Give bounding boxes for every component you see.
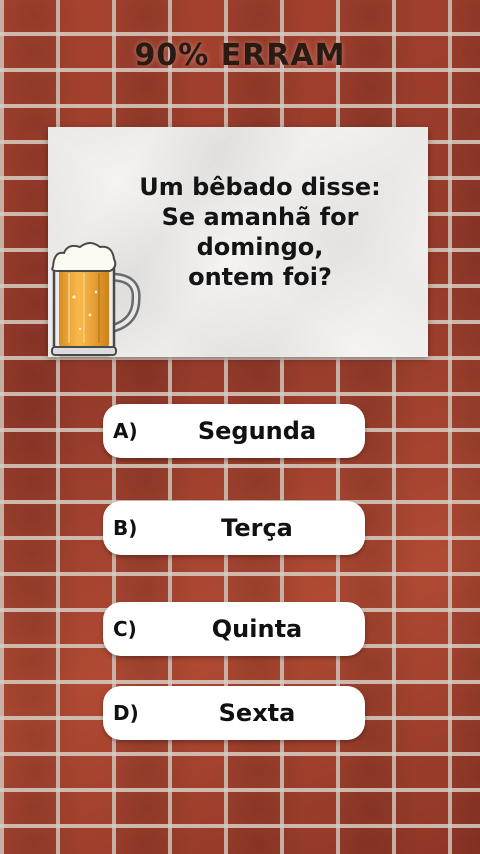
- answer-option-b[interactable]: B) Terça: [103, 501, 365, 555]
- answer-text: Terça: [221, 514, 293, 542]
- question-line: ontem foi?: [188, 263, 332, 291]
- answer-letter: B): [113, 516, 138, 540]
- answer-letter: C): [113, 617, 137, 641]
- question-card: Um bêbado disse: Se amanhã for domingo, …: [48, 127, 428, 357]
- quiz-screen: { "headline": "90% ERRAM", "question": {…: [0, 0, 480, 854]
- headline: 90% ERRAM: [134, 38, 346, 73]
- answer-text: Segunda: [197, 417, 317, 445]
- answer-letter: A): [113, 419, 138, 443]
- answer-option-a[interactable]: A) Segunda: [103, 404, 365, 458]
- beer-mug-icon: [51, 242, 141, 357]
- answer-letter: D): [113, 701, 139, 725]
- question-text: Um bêbado disse: Se amanhã for domingo, …: [98, 172, 422, 292]
- answer-text: Quinta: [211, 615, 303, 643]
- question-line: Se amanhã for: [161, 203, 359, 231]
- answer-option-d[interactable]: D) Sexta: [103, 686, 365, 740]
- question-line: domingo,: [196, 233, 324, 261]
- answer-text: Sexta: [218, 699, 296, 727]
- answer-option-c[interactable]: C) Quinta: [103, 602, 365, 656]
- question-line: Um bêbado disse:: [139, 173, 381, 201]
